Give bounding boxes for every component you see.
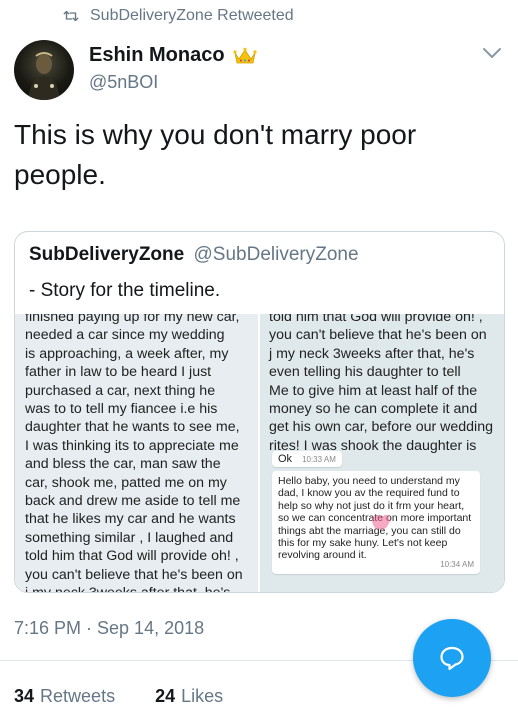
likes-label: Likes bbox=[181, 686, 224, 706]
avatar-image bbox=[28, 52, 60, 100]
author-name: Eshin Monaco bbox=[89, 44, 225, 66]
tweet-stats: 34 Retweets 24 Likes bbox=[14, 686, 223, 707]
chat-message-time: 10:34 AM bbox=[440, 560, 474, 570]
crown-emoji-icon bbox=[232, 47, 257, 63]
retweets-stat[interactable]: 34 Retweets bbox=[14, 686, 115, 707]
retweets-label: Retweets bbox=[40, 686, 116, 706]
author-name-row[interactable]: Eshin Monaco bbox=[89, 44, 257, 67]
reply-bubble-icon bbox=[440, 646, 464, 671]
quoted-author-handle: @SubDeliveryZone bbox=[193, 244, 359, 265]
chevron-down-icon[interactable] bbox=[482, 46, 502, 60]
quoted-author-name: SubDeliveryZone bbox=[29, 244, 185, 265]
quoted-tweet-card[interactable]: SubDeliveryZone @SubDeliveryZone - Story… bbox=[14, 231, 505, 593]
screenshot-text-left: finished paying up for my new car, neede… bbox=[25, 314, 243, 592]
screenshot-text-right: told him that God will provide oh! , you… bbox=[269, 314, 493, 454]
quoted-image-right[interactable]: told him that God will provide oh! , you… bbox=[260, 314, 504, 592]
quoted-tweet-header: SubDeliveryZone @SubDeliveryZone bbox=[29, 244, 359, 266]
reply-fab-button[interactable] bbox=[413, 619, 491, 697]
retweet-context-text: SubDeliveryZone Retweeted bbox=[90, 7, 294, 24]
retweet-context[interactable]: SubDeliveryZone Retweeted bbox=[62, 7, 294, 25]
chat-ok-text: Ok bbox=[278, 453, 293, 465]
likes-stat[interactable]: 24 Likes bbox=[155, 686, 223, 707]
chat-bubble-ok: Ok 10:33 AM bbox=[272, 451, 342, 467]
pink-stamp-mark bbox=[372, 514, 390, 530]
tweet-text: This is why you don't marry poor people. bbox=[14, 119, 417, 190]
chat-ok-time: 10:33 AM bbox=[302, 454, 336, 464]
quoted-tweet-text: - Story for the timeline. bbox=[29, 280, 221, 301]
likes-count: 24 bbox=[155, 686, 176, 706]
retweets-count: 34 bbox=[14, 686, 35, 706]
tweet-timestamp[interactable]: 7:16 PM · Sep 14, 2018 bbox=[14, 618, 204, 639]
quoted-media-grid: finished paying up for my new car, neede… bbox=[15, 314, 504, 592]
quoted-image-left[interactable]: finished paying up for my new car, neede… bbox=[15, 314, 258, 592]
author-handle[interactable]: @5nBOI bbox=[89, 72, 158, 93]
avatar[interactable] bbox=[14, 40, 74, 100]
retweet-icon bbox=[63, 10, 79, 22]
